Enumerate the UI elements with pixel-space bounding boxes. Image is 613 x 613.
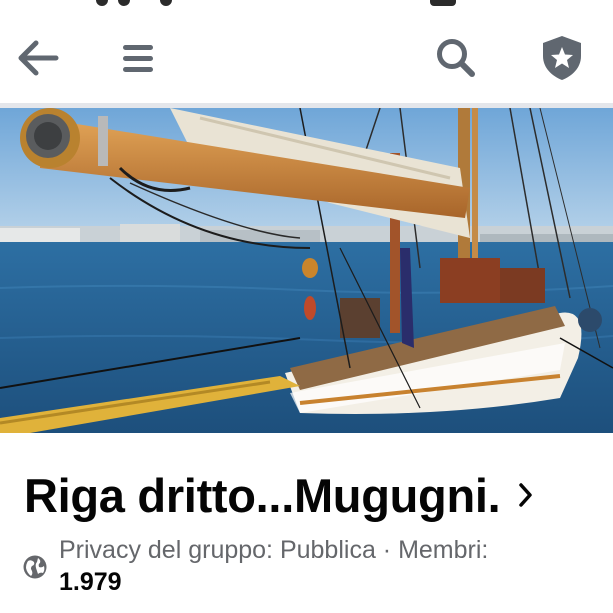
sailboat-photo [0, 108, 613, 433]
back-button[interactable] [10, 18, 66, 98]
admin-tools-button[interactable] [534, 18, 590, 98]
group-page: Riga dritto...Mugugni. Privacy del grupp… [0, 0, 613, 613]
search-icon [437, 39, 475, 77]
status-indicator [430, 0, 456, 6]
top-navigation-bar [0, 18, 613, 98]
privacy-label: Privacy del gruppo: Pubblica · Membri: [59, 536, 489, 564]
member-count: 1.979 [59, 568, 122, 596]
arrow-left-icon [18, 40, 59, 76]
globe-icon [23, 555, 47, 579]
shield-star-icon [543, 36, 581, 80]
group-meta: Privacy del gruppo: Pubblica · Membri: 1… [20, 534, 600, 604]
hamburger-menu-icon [123, 45, 153, 72]
menu-button[interactable] [110, 18, 166, 98]
status-bar [0, 0, 613, 8]
cover-photo[interactable] [0, 108, 613, 433]
status-indicator [118, 0, 130, 6]
status-indicator [96, 0, 108, 6]
privacy-and-members: Privacy del gruppo: Pubblica · Membri: 1… [59, 534, 599, 598]
group-name: Riga dritto...Mugugni. [24, 468, 501, 522]
chevron-right-icon [518, 482, 534, 508]
search-button[interactable] [428, 18, 484, 98]
group-title-link[interactable]: Riga dritto...Mugugni. [24, 460, 594, 530]
status-indicator [160, 0, 172, 6]
